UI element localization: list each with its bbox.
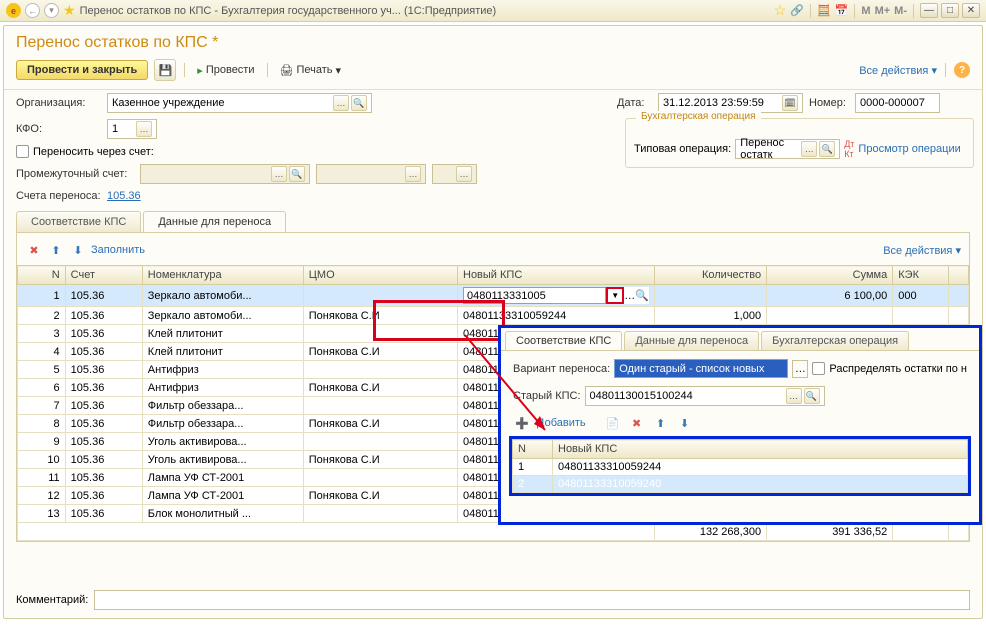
table-row[interactable]: 2105.36Зеркало автомоби...Понякова С.И04… <box>18 307 969 325</box>
number-label: Номер: <box>809 97 849 109</box>
comment-field[interactable] <box>94 590 970 610</box>
maximize-button[interactable]: □ <box>941 3 959 18</box>
nav-dropdown-icon[interactable]: ▾ <box>44 3 59 18</box>
move-down-icon[interactable]: ⬇ <box>69 241 87 259</box>
search-icon[interactable]: 🔍 <box>635 289 649 302</box>
all-actions-link[interactable]: Все действия ▾ <box>883 244 961 257</box>
delete-icon[interactable]: ✖ <box>628 414 646 432</box>
command-bar: Провести и закрыть 💾 ▸Провести 🖨Печать▾ … <box>4 56 982 90</box>
date-label: Дата: <box>617 97 652 109</box>
ellipsis-icon[interactable]: … <box>136 121 152 137</box>
ellipsis-icon[interactable]: … <box>792 360 808 378</box>
date-field[interactable]: 31.12.2013 23:59:59 🗓 <box>658 93 803 113</box>
save-button[interactable]: 💾 <box>154 59 176 81</box>
history-icon[interactable]: 🔗 <box>790 4 804 17</box>
interim-field-3: … <box>432 164 477 184</box>
nav-back-icon[interactable]: ← <box>25 3 40 18</box>
through-account-checkbox[interactable]: Переносить через счет: <box>16 145 154 158</box>
titlebar: e ← ▾ ★ Перенос остатков по КПС - Бухгал… <box>0 0 986 22</box>
minimize-button[interactable]: — <box>920 3 938 18</box>
list-item[interactable]: 204801133310059240 <box>513 476 968 493</box>
copy-icon[interactable]: 📄 <box>604 414 622 432</box>
move-up-icon[interactable]: ⬆ <box>47 241 65 259</box>
kps-dropdown-icon[interactable]: ▼ <box>606 287 624 304</box>
window-title: Перенос остатков по КПС - Бухгалтерия го… <box>80 5 770 17</box>
kps-edit-input[interactable]: 0480113331005 <box>463 287 606 304</box>
ov-tab-dannye[interactable]: Данные для переноса <box>624 331 759 350</box>
m-button[interactable]: M <box>861 5 870 17</box>
close-button[interactable]: ✕ <box>962 3 980 18</box>
transfer-accounts-link[interactable]: 105.36 <box>107 190 141 202</box>
fill-button[interactable]: Заполнить <box>91 244 145 256</box>
mminus-button[interactable]: M- <box>894 5 907 17</box>
print-button[interactable]: 🖨Печать▾ <box>276 61 346 80</box>
search-icon[interactable]: 🔍 <box>819 141 835 157</box>
fav-icon[interactable]: ☆ <box>774 2 787 19</box>
overlay-grid[interactable]: NНовый КПС 10480113331005924420480113331… <box>512 439 968 493</box>
interim-field-2: … <box>316 164 426 184</box>
ellipsis-icon[interactable]: … <box>801 141 817 157</box>
help-icon[interactable]: ? <box>954 62 970 78</box>
list-item[interactable]: 104801133310059244 <box>513 459 968 476</box>
page-title: Перенос остатков по КПС * <box>4 26 982 56</box>
ellipsis-icon[interactable]: … <box>624 290 635 302</box>
post-and-close-button[interactable]: Провести и закрыть <box>16 60 148 80</box>
view-operation-link[interactable]: Просмотр операции <box>858 143 960 155</box>
main-tabs: Соответствие КПС Данные для переноса <box>16 211 970 232</box>
post-button[interactable]: ▸Провести <box>193 61 258 80</box>
calendar-icon[interactable]: 🗓 <box>782 95 798 111</box>
transfer-accounts-label: Счета переноса: <box>16 190 101 202</box>
mplus-button[interactable]: M+ <box>875 5 891 17</box>
typeop-field[interactable]: Перенос остатк … 🔍 <box>735 139 840 159</box>
kfo-field[interactable]: 1 … <box>107 119 157 139</box>
kfo-label: КФО: <box>16 123 101 135</box>
search-icon[interactable]: 🔍 <box>804 388 820 404</box>
distribute-checkbox[interactable]: Распределять остатки по н <box>812 362 967 375</box>
search-icon[interactable]: 🔍 <box>351 95 367 111</box>
number-field[interactable]: 0000-000007 <box>855 93 940 113</box>
overlay-panel: Соответствие КПС Данные для переноса Бух… <box>498 325 982 525</box>
comment-label: Комментарий: <box>16 594 88 606</box>
document-area: Перенос остатков по КПС * Провести и зак… <box>3 25 983 619</box>
accounting-operation-fieldset: Бухгалтерская операция Типовая операция:… <box>625 118 974 168</box>
ellipsis-icon[interactable]: … <box>333 95 349 111</box>
annotation-arrow <box>460 330 560 453</box>
oldkps-field[interactable]: 04801130015100244 … 🔍 <box>585 386 825 406</box>
table-row[interactable]: 1105.36Зеркало автомоби...0480113331005▼… <box>18 285 969 307</box>
up-icon[interactable]: ⬆ <box>652 414 670 432</box>
org-field[interactable]: Казенное учреждение … 🔍 <box>107 93 372 113</box>
org-label: Организация: <box>16 97 101 109</box>
all-actions-link[interactable]: Все действия ▾ <box>859 64 937 77</box>
interim-account-label: Промежуточный счет: <box>16 168 134 180</box>
typeop-label: Типовая операция: <box>634 143 731 155</box>
tab-dannye[interactable]: Данные для переноса <box>143 211 286 232</box>
ellipsis-icon[interactable]: … <box>786 388 802 404</box>
tab-sootvetstvie[interactable]: Соответствие КПС <box>16 211 141 232</box>
down-icon[interactable]: ⬇ <box>676 414 694 432</box>
interim-account-field: …🔍 <box>140 164 310 184</box>
calendar-icon[interactable]: 📅 <box>835 4 849 17</box>
delete-row-icon[interactable]: ✖ <box>25 241 43 259</box>
calc-icon[interactable]: 🧮 <box>817 4 831 17</box>
app-icon: e <box>6 3 21 18</box>
dt-kt-icon: ДтКт <box>844 139 854 159</box>
variant-select[interactable]: Один старый - список новых <box>614 359 788 378</box>
star-icon[interactable]: ★ <box>63 2 76 19</box>
ov-tab-buh[interactable]: Бухгалтерская операция <box>761 331 909 350</box>
